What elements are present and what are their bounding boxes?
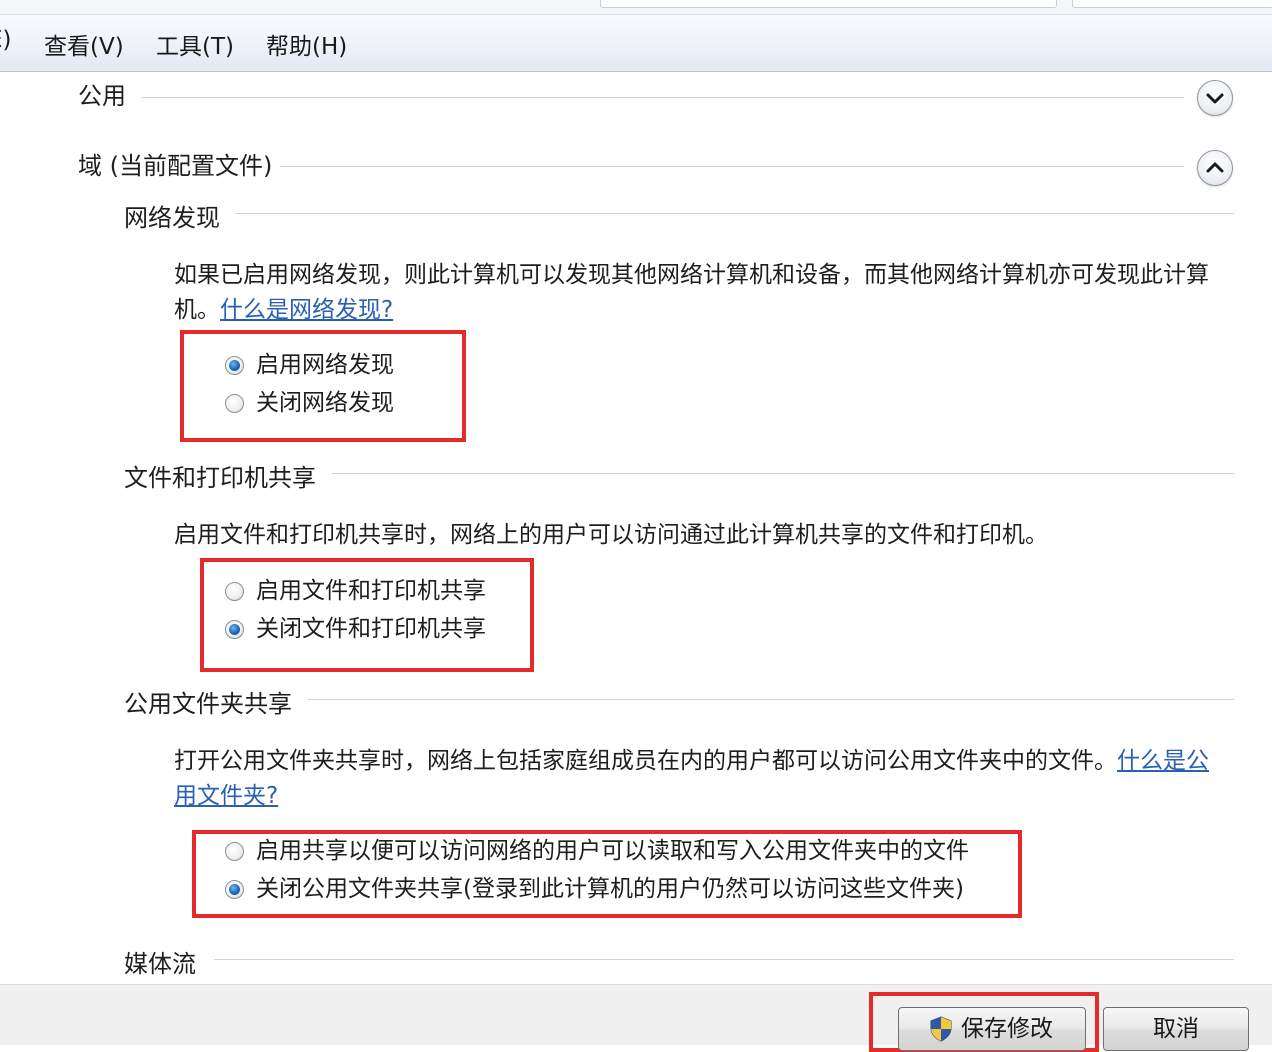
radio-selected-icon xyxy=(225,356,244,375)
radio-selected-icon xyxy=(225,620,244,639)
description-text: 打开公用文件夹共享时，网络上包括家庭组成员在内的用户都可以访问公用文件夹中的文件… xyxy=(174,748,1117,774)
network-discovery-help-link[interactable]: 什么是网络发现? xyxy=(220,297,393,323)
file-printer-sharing-description: 启用文件和打印机共享时，网络上的用户可以访问通过此计算机共享的文件和打印机。 xyxy=(174,522,1048,548)
address-bar-strip xyxy=(0,0,1272,15)
divider xyxy=(308,699,1234,700)
divider xyxy=(214,959,1234,960)
address-field[interactable] xyxy=(600,0,1057,8)
radio-unselected-icon xyxy=(225,842,244,861)
radio-label: 关闭网络发现 xyxy=(256,390,394,416)
divider xyxy=(142,97,1184,98)
radio-selected-icon xyxy=(225,880,244,899)
profile-public-title: 公用 xyxy=(78,82,126,110)
chevron-down-icon xyxy=(1206,93,1224,104)
save-changes-button[interactable]: 保存修改 xyxy=(898,1007,1086,1051)
menu-tools[interactable]: 工具(T) xyxy=(156,27,234,61)
button-bar: 保存修改 取消 xyxy=(0,984,1272,1052)
network-discovery-title: 网络发现 xyxy=(124,204,220,232)
menu-bar: E) 查看(V) 工具(T) 帮助(H) xyxy=(0,15,1272,72)
menu-edit[interactable]: E) xyxy=(0,27,12,53)
network-discovery-description: 如果已启用网络发现，则此计算机可以发现其他网络计算机和设备，而其他网络计算机亦可… xyxy=(174,258,1224,328)
public-folder-sharing-title: 公用文件夹共享 xyxy=(124,690,292,718)
cancel-button[interactable]: 取消 xyxy=(1103,1007,1249,1051)
expand-public-button[interactable] xyxy=(1197,80,1233,116)
menu-help[interactable]: 帮助(H) xyxy=(266,27,347,61)
uac-shield-icon xyxy=(930,1016,952,1042)
radio-unselected-icon xyxy=(225,394,244,413)
file-printer-sharing-title: 文件和打印机共享 xyxy=(124,464,316,492)
divider xyxy=(280,166,1184,167)
radio-label: 启用共享以便可以访问网络的用户可以读取和写入公用文件夹中的文件 xyxy=(256,838,969,864)
cancel-button-label: 取消 xyxy=(1153,1016,1199,1042)
highlight-box xyxy=(180,330,466,442)
menu-view[interactable]: 查看(V) xyxy=(44,27,124,61)
public-folder-sharing-description: 打开公用文件夹共享时，网络上包括家庭组成员在内的用户都可以访问公用文件夹中的文件… xyxy=(174,744,1224,814)
radio-label: 关闭文件和打印机共享 xyxy=(256,616,486,642)
radio-label: 启用网络发现 xyxy=(256,352,394,378)
chevron-up-icon xyxy=(1206,162,1224,173)
radio-unselected-icon xyxy=(225,582,244,601)
search-field[interactable] xyxy=(1072,0,1272,8)
divider xyxy=(236,213,1234,214)
radio-label: 关闭公用文件夹共享(登录到此计算机的用户仍然可以访问这些文件夹) xyxy=(256,876,964,902)
collapse-domain-button[interactable] xyxy=(1197,150,1233,186)
profile-domain-title: 域 (当前配置文件) xyxy=(78,152,273,180)
media-streaming-title: 媒体流 xyxy=(124,950,196,978)
divider xyxy=(332,473,1234,474)
radio-label: 启用文件和打印机共享 xyxy=(256,578,486,604)
